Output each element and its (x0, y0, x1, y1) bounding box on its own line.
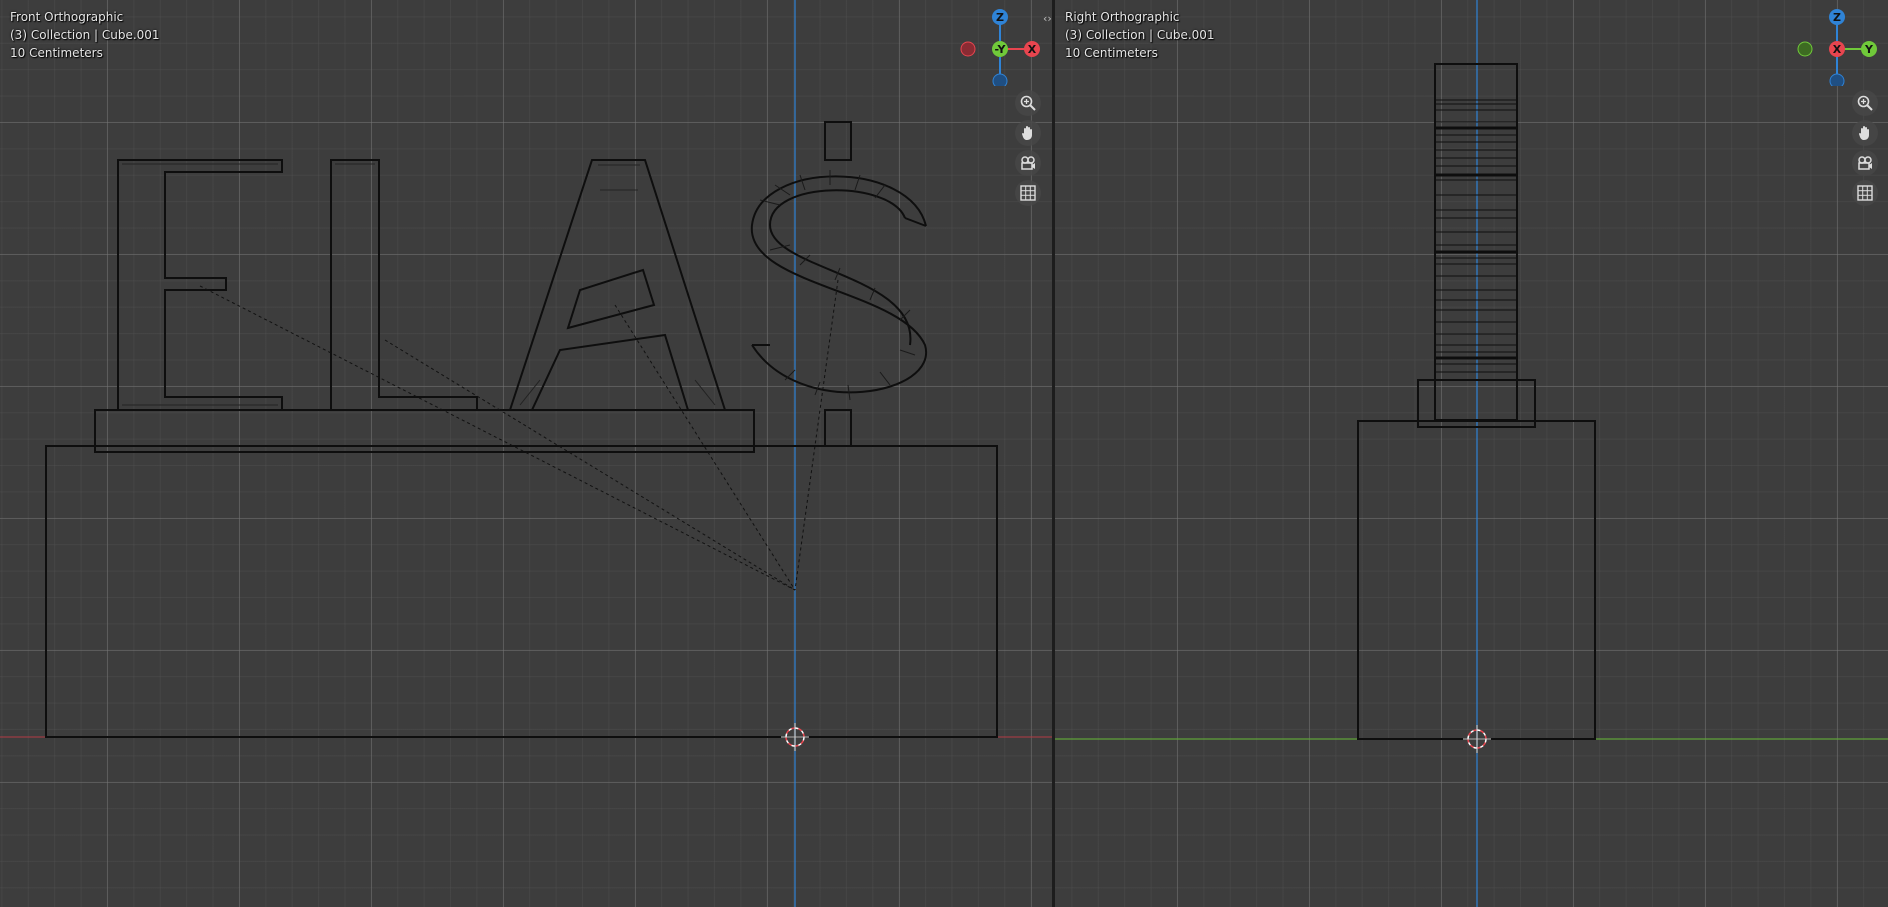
grid-icon[interactable] (1015, 180, 1041, 206)
hand-pan-icon[interactable] (1852, 120, 1878, 146)
view-name-label: Right Orthographic (1065, 10, 1180, 24)
collection-label: (3) Collection | Cube.001 (10, 28, 160, 42)
front-orthographic-viewport[interactable]: Front Orthographic (3) Collection | Cube… (0, 0, 1052, 907)
neg-z-axis-handle (1829, 73, 1845, 89)
right-scene-wireframe (1055, 0, 1888, 907)
svg-text:X: X (1833, 43, 1842, 56)
dollar-sign-mesh (750, 121, 928, 447)
navigation-gizmo[interactable]: Z X -Y (960, 6, 1040, 89)
scale-label: 10 Centimeters (10, 46, 103, 60)
grid-icon[interactable] (1852, 180, 1878, 206)
neg-y-axis-handle (1797, 41, 1813, 57)
parent-relationship-lines (199, 279, 839, 591)
letter-a-mesh (508, 159, 727, 411)
region-toggle-icon[interactable]: ‹› (1043, 12, 1052, 25)
neg-x-axis-handle (960, 41, 976, 57)
letter-e-mesh (117, 159, 283, 411)
svg-text:Z: Z (1833, 11, 1841, 24)
zoom-icon[interactable] (1852, 90, 1878, 116)
letter-l-mesh (330, 159, 478, 411)
camera-icon[interactable] (1852, 150, 1878, 176)
view-name-label: Front Orthographic (10, 10, 124, 24)
camera-icon[interactable] (1015, 150, 1041, 176)
zoom-icon[interactable] (1015, 90, 1041, 116)
svg-text:X: X (1028, 43, 1037, 56)
right-orthographic-viewport[interactable]: Right Orthographic (3) Collection | Cube… (1055, 0, 1888, 907)
scale-label: 10 Centimeters (1065, 46, 1158, 60)
neg-z-axis-handle (992, 73, 1008, 89)
3d-cursor[interactable] (781, 723, 809, 751)
svg-text:-Y: -Y (995, 43, 1007, 56)
collection-label: (3) Collection | Cube.001 (1065, 28, 1215, 42)
3d-cursor[interactable] (1463, 725, 1491, 753)
navigation-gizmo[interactable]: Z Y X (1797, 6, 1877, 89)
side-letters-profile (1434, 63, 1518, 421)
front-scene-wireframe (0, 0, 1052, 907)
right-view-info: Right Orthographic (3) Collection | Cube… (1065, 8, 1215, 62)
hand-pan-icon[interactable] (1015, 120, 1041, 146)
svg-text:Z: Z (996, 11, 1004, 24)
base-blocks (45, 409, 998, 738)
svg-text:Y: Y (1864, 43, 1874, 56)
front-view-info: Front Orthographic (3) Collection | Cube… (10, 8, 160, 62)
